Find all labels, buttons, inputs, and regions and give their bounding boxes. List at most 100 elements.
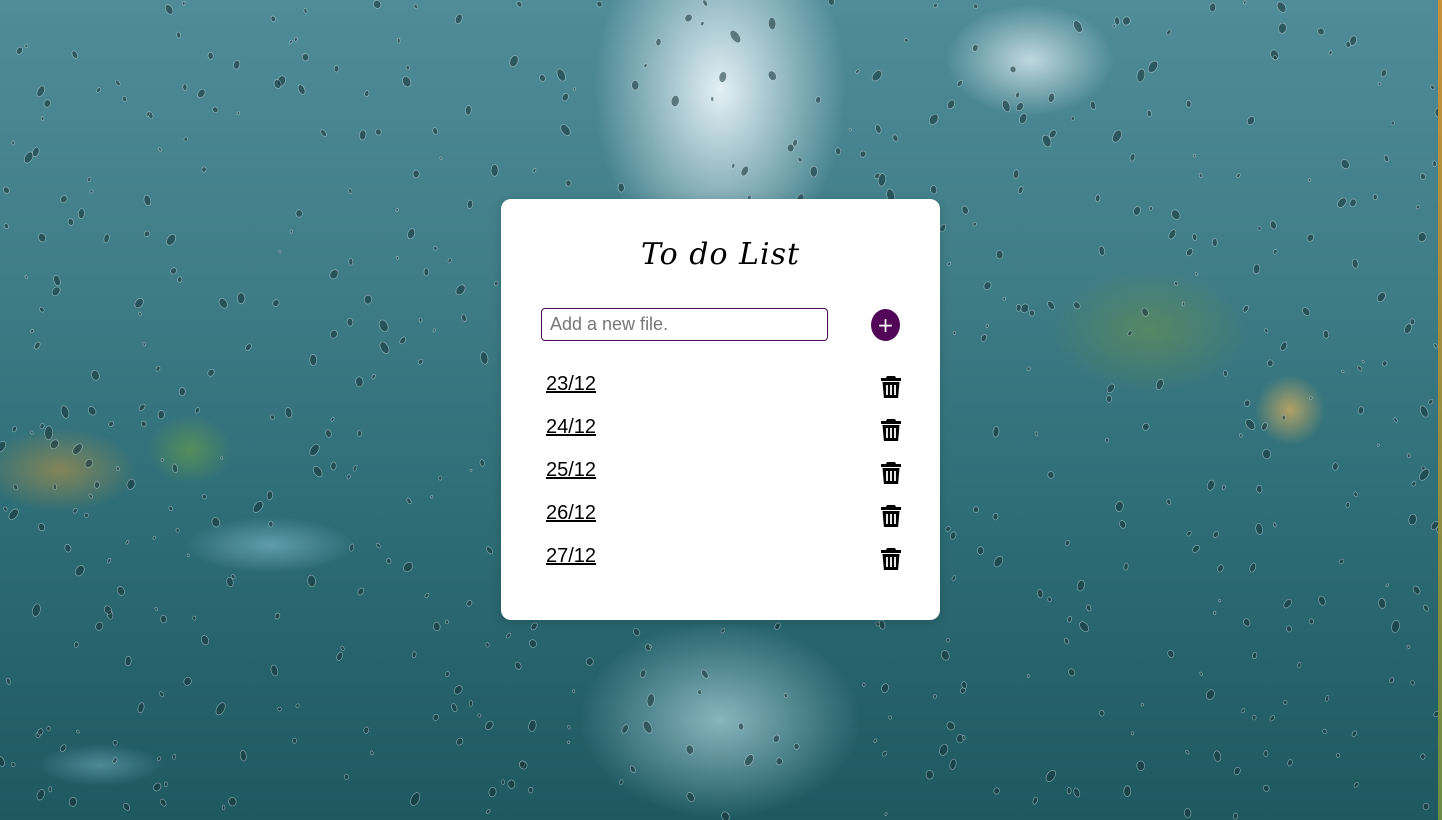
raindrop <box>312 465 323 478</box>
raindrop <box>455 284 466 296</box>
item-link[interactable]: 23/12 <box>546 373 596 396</box>
raindrop <box>684 13 693 23</box>
raindrop <box>30 430 34 435</box>
raindrop <box>1186 530 1192 537</box>
raindrop <box>432 714 440 721</box>
raindrop <box>930 185 938 195</box>
raindrop <box>1183 808 1192 819</box>
raindrop <box>1047 596 1052 602</box>
raindrop <box>375 128 382 136</box>
raindrop <box>797 157 803 163</box>
raindrop <box>519 760 528 770</box>
item-link[interactable]: 26/12 <box>546 502 596 525</box>
raindrop <box>1015 303 1022 312</box>
raindrop <box>772 734 780 743</box>
raindrop <box>1129 153 1136 162</box>
todo-card: To do List + 23/12 24/12 25/12 26/12 <box>501 199 940 620</box>
trash-icon <box>881 376 901 398</box>
raindrop <box>528 719 537 732</box>
raindrop <box>530 622 538 631</box>
raindrop <box>60 195 68 204</box>
raindrop <box>379 341 390 354</box>
raindrop <box>1174 281 1179 286</box>
raindrop <box>1357 365 1363 372</box>
raindrop <box>1106 395 1112 403</box>
raindrop <box>1205 689 1215 700</box>
delete-button[interactable] <box>881 418 901 442</box>
raindrop <box>357 430 363 437</box>
raindrop <box>1047 92 1055 103</box>
raindrop <box>1282 700 1288 705</box>
list-item: 26/12 <box>546 494 906 537</box>
raindrop <box>418 358 424 365</box>
raindrop <box>1339 558 1345 565</box>
raindrop <box>64 544 72 553</box>
raindrop <box>939 744 949 756</box>
raindrop <box>295 209 303 218</box>
raindrop <box>1276 1 1287 13</box>
raindrop <box>1114 16 1120 26</box>
raindrop <box>1181 301 1186 306</box>
raindrop <box>1070 116 1075 121</box>
raindrop <box>1261 422 1268 431</box>
raindrop <box>775 757 783 766</box>
raindrop <box>84 512 89 518</box>
raindrop <box>197 88 206 98</box>
raindrop <box>1166 498 1172 506</box>
raindrop <box>1385 583 1389 587</box>
delete-button[interactable] <box>881 461 901 485</box>
raindrop <box>1015 91 1020 99</box>
raindrop <box>176 31 181 39</box>
raindrop <box>1199 671 1203 676</box>
raindrop <box>1345 502 1350 509</box>
raindrop <box>1269 715 1276 722</box>
raindrop <box>506 632 512 639</box>
item-link[interactable]: 25/12 <box>546 459 596 482</box>
raindrop <box>976 546 985 555</box>
raindrop <box>701 669 709 679</box>
raindrop <box>1133 206 1141 216</box>
item-link[interactable]: 27/12 <box>546 545 596 568</box>
raindrop <box>710 96 714 102</box>
new-file-input[interactable] <box>541 308 828 341</box>
raindrop <box>202 494 207 500</box>
raindrop <box>516 1 523 8</box>
raindrop <box>1232 812 1239 820</box>
raindrop <box>376 542 381 549</box>
add-button[interactable]: + <box>871 309 900 341</box>
raindrop <box>729 30 741 44</box>
delete-button[interactable] <box>881 504 901 528</box>
raindrop <box>72 507 78 514</box>
raindrop <box>1122 16 1131 26</box>
raindrop <box>396 37 401 44</box>
raindrop <box>882 750 888 757</box>
delete-button[interactable] <box>881 375 901 399</box>
raindrop <box>1194 271 1198 276</box>
raindrop <box>1123 785 1132 797</box>
raindrop <box>956 80 963 87</box>
raindrop <box>159 691 165 697</box>
raindrop <box>700 21 705 26</box>
raindrop <box>1026 366 1031 371</box>
raindrop <box>1322 729 1327 735</box>
raindrop <box>980 334 987 342</box>
raindrop <box>809 165 818 178</box>
raindrop <box>1376 443 1380 447</box>
raindrop <box>1112 24 1116 28</box>
raindrop <box>88 493 93 499</box>
item-link[interactable]: 24/12 <box>546 416 596 439</box>
raindrop <box>1308 618 1315 625</box>
raindrop <box>892 134 899 142</box>
raindrop <box>949 531 957 540</box>
raindrop <box>43 99 51 108</box>
raindrop <box>1242 304 1249 313</box>
raindrop <box>207 52 214 60</box>
raindrop <box>44 425 54 440</box>
raindrop <box>340 645 345 651</box>
raindrop <box>1127 330 1133 337</box>
raindrop <box>1372 193 1378 201</box>
raindrop <box>1095 194 1101 202</box>
raindrop <box>252 501 264 513</box>
delete-button[interactable] <box>881 547 901 571</box>
raindrop <box>95 621 104 631</box>
